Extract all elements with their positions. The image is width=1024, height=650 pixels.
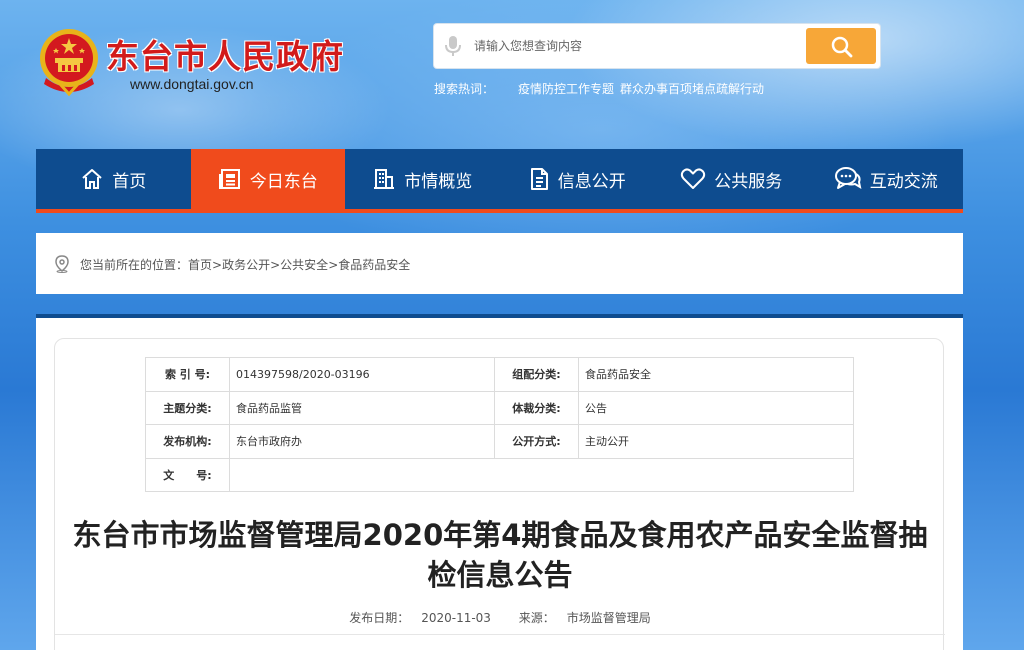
hot-word-link[interactable]: 疫情防控工作专题 [518, 80, 614, 97]
hot-word-link[interactable]: 群众办事百项堵点疏解行动 [620, 80, 764, 97]
nav-item-label: 首页 [112, 171, 147, 192]
article-source: 来源： 市场监督管理局 [513, 611, 657, 625]
heart-icon [681, 168, 706, 189]
meta-label: 文 号: [145, 457, 230, 492]
meta-label: 体裁分类: [494, 390, 579, 425]
microphone-icon[interactable] [444, 35, 462, 57]
table-row: 主题分类: 食品药品监管 体裁分类: 公告 [145, 390, 854, 425]
nav-item-today[interactable]: 今日东台 [190, 149, 345, 209]
meta-value: 食品药品监管 [229, 390, 495, 425]
breadcrumb-link-public-safety[interactable]: 公共安全 [280, 258, 328, 272]
hot-words: 搜索热词： 疫情防控工作专题 群众办事百项堵点疏解行动 [434, 80, 764, 97]
building-icon [374, 169, 395, 189]
article-title: 东台市市场监督管理局2020年第4期食品及食用农产品安全监督抽检信息公告 [72, 518, 928, 592]
document-meta-table: 索 引 号: 014397598/2020-03196 组配分类: 食品药品安全… [145, 357, 854, 492]
site-title[interactable]: 东台市人民政府 [106, 30, 344, 78]
nav-item-overview[interactable]: 市情概览 [345, 149, 500, 209]
meta-label: 公开方式: [494, 424, 579, 459]
national-emblem-icon [38, 26, 100, 97]
breadcrumb-link-home[interactable]: 首页 [188, 258, 212, 272]
meta-value: 东台市政府办 [229, 424, 495, 459]
nav-item-disclosure[interactable]: 信息公开 [500, 149, 655, 209]
search-box [434, 24, 880, 68]
meta-value: 食品药品安全 [578, 357, 854, 392]
location-pin-icon [55, 255, 69, 273]
divider [55, 634, 945, 635]
meta-value: 主动公开 [578, 424, 854, 459]
publish-date-label: 发布日期： [349, 611, 410, 625]
article-card: 索 引 号: 014397598/2020-03196 组配分类: 食品药品安全… [54, 338, 945, 650]
nav-item-label: 互动交流 [869, 171, 938, 192]
meta-label: 组配分类: [494, 357, 579, 392]
breadcrumb-prefix: 您当前所在的位置： [80, 258, 189, 272]
source-value: 市场监督管理局 [566, 611, 651, 625]
hot-words-label: 搜索热词： [434, 82, 495, 96]
breadcrumb-text: 您当前所在的位置：首页>政务公开>公共安全>食品药品安全 [80, 256, 410, 273]
article-meta: 发布日期： 2020-11-03 来源： 市场监督管理局 [55, 609, 945, 626]
table-row: 索 引 号: 014397598/2020-03196 组配分类: 食品药品安全 [145, 357, 854, 392]
meta-value: 014397598/2020-03196 [229, 357, 495, 392]
breadcrumb: 您当前所在的位置：首页>政务公开>公共安全>食品药品安全 [36, 233, 963, 294]
breadcrumb-link-gov-affairs[interactable]: 政务公开 [222, 258, 270, 272]
site-url[interactable]: www.dongtai.gov.cn [130, 76, 253, 92]
meta-label: 索 引 号: [145, 357, 230, 392]
meta-label: 发布机构: [145, 424, 230, 459]
table-row: 文 号: [145, 457, 854, 492]
meta-label: 主题分类: [145, 390, 230, 425]
nav-item-home[interactable]: 首页 [36, 149, 191, 209]
publish-date-value: 2020-11-03 [421, 611, 491, 625]
publish-date: 发布日期： 2020-11-03 [343, 611, 497, 625]
search-button[interactable] [806, 28, 876, 64]
search-input[interactable] [474, 32, 814, 60]
breadcrumb-separator: > [270, 258, 281, 272]
nav-item-label: 公共服务 [714, 171, 783, 192]
table-row: 发布机构: 东台市政府办 公开方式: 主动公开 [145, 424, 854, 459]
nav-item-label: 市情概览 [404, 171, 473, 192]
main-nav: 首页 今日东台 市情概览 信息公开 公共服务 互动交流 [36, 149, 963, 213]
content-panel: 索 引 号: 014397598/2020-03196 组配分类: 食品药品安全… [36, 314, 963, 650]
source-label: 来源： [518, 611, 555, 625]
nav-item-label: 今日东台 [249, 171, 318, 192]
nav-item-label: 信息公开 [557, 171, 626, 192]
meta-value: 公告 [578, 390, 854, 425]
breadcrumb-link-food-drug-safety[interactable]: 食品药品安全 [338, 258, 410, 272]
breadcrumb-separator: > [212, 258, 223, 272]
chat-icon [834, 167, 862, 190]
nav-item-services[interactable]: 公共服务 [654, 149, 809, 209]
search-icon [831, 36, 853, 58]
home-icon [82, 169, 102, 189]
meta-value [229, 457, 854, 492]
breadcrumb-separator: > [328, 258, 339, 272]
document-icon [530, 168, 548, 190]
nav-item-interaction[interactable]: 互动交流 [809, 149, 964, 209]
newspaper-icon [218, 169, 240, 189]
